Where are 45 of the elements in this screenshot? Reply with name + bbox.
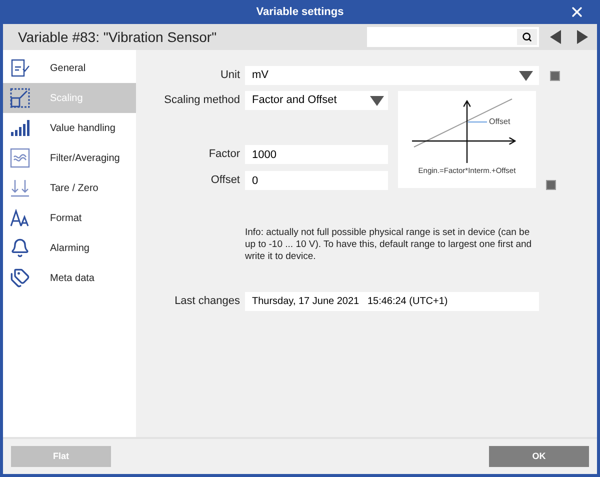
field-label: Factor [208, 147, 240, 162]
font-size-icon [10, 209, 30, 227]
next-button[interactable] [575, 30, 589, 44]
bar-chart-icon [10, 118, 30, 138]
previous-button[interactable] [549, 30, 563, 44]
close-button[interactable] [569, 4, 585, 20]
unit-dropdown[interactable]: mV [245, 66, 539, 85]
sidebar-label: General [50, 62, 86, 76]
caret-icon [519, 70, 533, 80]
sidebar-label: Tare / Zero [50, 182, 98, 196]
sidebar-item[interactable]: Value handling [3, 113, 136, 143]
sidebar-label: Meta data [50, 272, 94, 286]
arrows-down-icon [10, 178, 30, 198]
field-label: Unit [219, 68, 240, 84]
sidebar-label: Format [50, 212, 82, 226]
caret-icon [370, 96, 384, 106]
search-field[interactable] [367, 27, 539, 47]
sidebar-label: Filter/Averaging [50, 152, 120, 166]
sidebar-item[interactable]: Alarming [3, 233, 136, 263]
last-changes-field: Thursday, 17 June 2021 15:46:24 (UTC+1) [245, 292, 539, 311]
field-label: Offset [210, 173, 240, 188]
field-label: Scaling method [163, 93, 240, 108]
sidebar-item[interactable]: Filter/Averaging [3, 143, 136, 173]
field-label: Last changes [174, 294, 240, 310]
offset-field[interactable]: 0 [245, 171, 388, 190]
sidebar-item[interactable]: General [3, 53, 136, 83]
sidebar-label: Alarming [50, 242, 90, 256]
sidebar-item[interactable]: Format [3, 203, 136, 233]
info-text: Info: actually not full possible physical range is set in device (can be up to -10 ... 10 V). To have this, default range to largest one first and write it to device. [245, 227, 533, 263]
window-title: Variable settings [256, 4, 344, 20]
bell-icon [10, 238, 30, 258]
variable-title: Variable #83: "Vibration Sensor" [18, 28, 218, 46]
sidebar-item[interactable]: Meta data [3, 263, 136, 293]
wave-icon [10, 148, 30, 168]
clipboard-icon [10, 58, 30, 78]
sidebar-label: Value handling [50, 122, 116, 136]
scaling-icon [10, 88, 30, 108]
search-icon[interactable] [517, 29, 537, 45]
sidebar-item[interactable]: Tare / Zero [3, 173, 136, 203]
ok-button[interactable]: OK [489, 446, 589, 467]
tag-icon [10, 268, 30, 288]
offset-label: Offset [489, 116, 510, 128]
factor-field[interactable]: 1000 [245, 145, 388, 164]
scaling-method-dropdown[interactable]: Factor and Offset [245, 91, 388, 110]
info-icon[interactable] [550, 70, 560, 80]
